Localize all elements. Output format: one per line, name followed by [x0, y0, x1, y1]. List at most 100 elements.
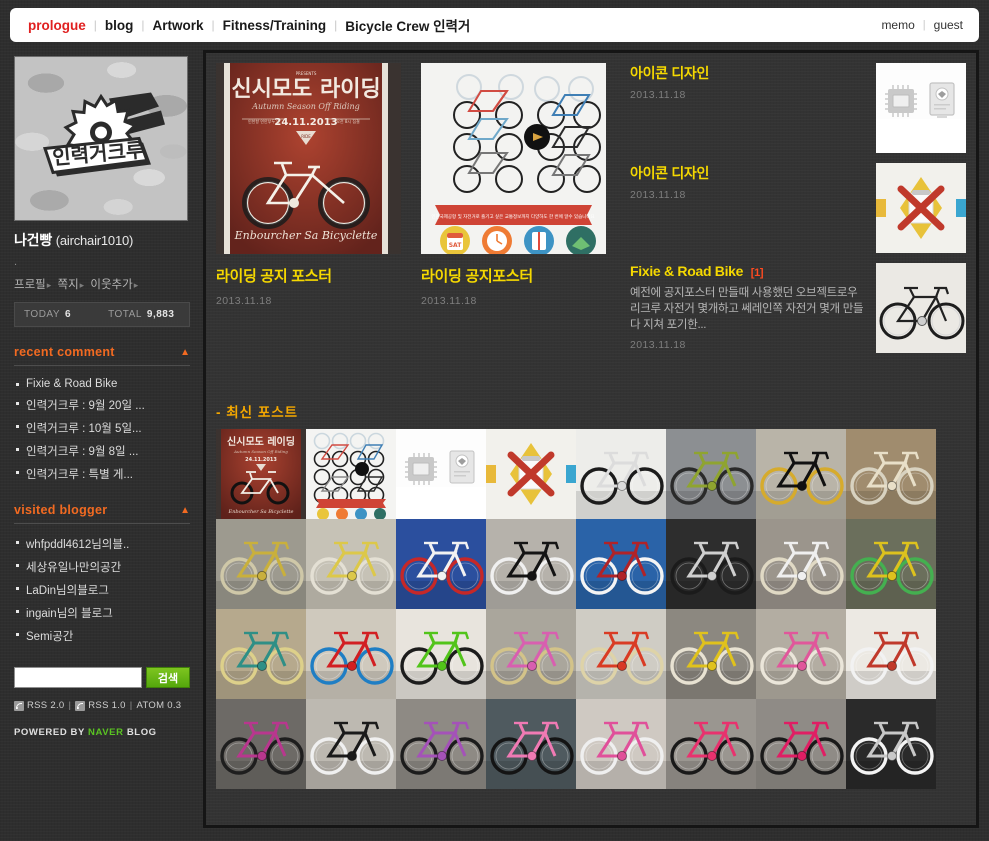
grid-thumbnail-silver-dark-wall[interactable] [666, 519, 756, 609]
list-item[interactable]: Semi공간 [14, 624, 190, 647]
post-list-item[interactable]: 아이콘 디자인 2013.11.18 [630, 63, 966, 163]
rss-2-link[interactable]: RSS 2.0 [27, 700, 64, 711]
grid-thumbnail-icon-x-diamond[interactable] [486, 429, 576, 519]
featured-title[interactable]: 라이딩 공지포스터 [421, 265, 606, 286]
rss-1-link[interactable]: RSS 1.0 [88, 700, 125, 711]
svg-text:Enbourcher Sa Bicyclette: Enbourcher Sa Bicyclette [234, 229, 378, 242]
featured-thumbnail[interactable]: 인천국제공항 및 자전거로 즐기고 싶은 교통정보까지 다양하도 한 번에 알수… [421, 63, 606, 254]
comment-count: [1] [750, 267, 764, 279]
nav-item-artwork[interactable]: Artwork [153, 18, 204, 33]
featured-post-2[interactable]: 인천국제공항 및 자전거로 즐기고 싶은 교통정보까지 다양하도 한 번에 알수… [421, 63, 606, 393]
grid-thumbnail-red-blue-track[interactable] [306, 609, 396, 699]
list-item[interactable]: 인력거크루 : 9월 20일 ... [14, 393, 190, 416]
grid-thumbnail-pink-white-rack[interactable] [576, 699, 666, 789]
message-link[interactable]: 쪽지 [57, 279, 78, 291]
grid-thumbnail-yellow-red-road[interactable] [216, 519, 306, 609]
search-input[interactable] [14, 667, 142, 688]
grid-thumbnail-red-white-blue-bg[interactable] [576, 519, 666, 609]
svg-text:RIDE: RIDE [301, 134, 311, 139]
grid-thumbnail-black-white-fixie[interactable] [486, 519, 576, 609]
nav-item-prologue[interactable]: prologue [28, 18, 86, 33]
list-item[interactable]: 인력거크루 : 특별 게... [14, 462, 190, 485]
list-item[interactable]: Fixie & Road Bike [14, 374, 190, 393]
grid-thumbnail-crew-bridge-photo[interactable] [666, 429, 756, 519]
grid-thumbnail-green-white-bg[interactable] [396, 609, 486, 699]
grid-thumbnail-cream-red-track[interactable] [846, 429, 936, 519]
chevron-up-icon[interactable]: ▲ [180, 347, 190, 358]
grid-thumbnail-pink-black-night[interactable] [486, 699, 576, 789]
rss-separator: | [129, 700, 133, 711]
profile-link[interactable]: 프로필 [14, 279, 46, 291]
post-thumbnail[interactable] [876, 163, 966, 253]
grid-thumbnail-silver-white-wheel[interactable] [846, 699, 936, 789]
rss-icon [75, 700, 86, 711]
grid-thumbnail-pink-city-street[interactable] [666, 699, 756, 789]
nav-item-bicycle-crew[interactable]: Bicycle Crew 인력거 [345, 15, 470, 35]
grid-thumbnail-red-cream-wheel[interactable] [576, 609, 666, 699]
post-title[interactable]: 아이콘 디자인 [630, 63, 866, 83]
comment-count [709, 169, 713, 181]
visited-blogger-section: visited blogger ▲ whfpddl4612님의블.. 세상유일나… [14, 503, 190, 647]
nav-separator: | [93, 18, 97, 32]
grid-thumbnail-red-dark-studio[interactable] [846, 609, 936, 699]
memo-link[interactable]: memo [881, 18, 914, 32]
rss-separator: | [68, 700, 72, 711]
post-title[interactable]: Fixie & Road Bike [1] [630, 263, 866, 279]
grid-thumbnail-riding-poster-red[interactable]: 신시모도 레이딩 Autumn Season Off Riding 24.11.… [216, 429, 306, 519]
main-content-panel: PRESENTS 신시모도 라이딩 Autumn Season Off Ridi… [203, 50, 979, 828]
nav-item-blog[interactable]: blog [105, 18, 134, 33]
grid-thumbnail-bike-grid-poster[interactable] [306, 429, 396, 519]
list-item[interactable]: ingain님의 블로그 [14, 601, 190, 624]
avatar[interactable]: 인력거크루 [14, 56, 188, 221]
grid-thumbnail-pink-bollard[interactable] [756, 609, 846, 699]
grid-thumbnail-yellow-stripe-track[interactable] [306, 519, 396, 609]
list-item[interactable]: 인력거크루 : 10월 5일... [14, 416, 190, 439]
grid-thumbnail-icon-chip-book[interactable] [396, 429, 486, 519]
white-road-bike-image [876, 263, 966, 353]
post-title[interactable]: 아이콘 디자인 [630, 163, 866, 183]
arrow-right-icon: ▸ [133, 280, 139, 290]
grid-thumbnail-white-red-blue-bg[interactable] [396, 519, 486, 609]
atom-link[interactable]: ATOM 0.3 [137, 700, 182, 711]
crew-logo-icon: 인력거크루 [42, 92, 165, 176]
grid-thumbnail-magenta-city[interactable] [756, 699, 846, 789]
svg-text:SAT: SAT [449, 242, 462, 249]
grid-thumbnail-magenta-brick[interactable] [216, 699, 306, 789]
grid-thumbnail-yellow-green-pink[interactable] [846, 519, 936, 609]
featured-date: 2013.11.18 [216, 295, 272, 307]
featured-title[interactable]: 라이딩 공지 포스터 [216, 265, 401, 286]
post-thumbnail[interactable] [876, 263, 966, 353]
search-button[interactable]: 검색 [146, 667, 190, 688]
post-title-text: Fixie & Road Bike [630, 263, 744, 279]
list-item[interactable]: 인력거크루 : 9월 8일 ... [14, 439, 190, 462]
grid-thumbnail-yellow-street[interactable] [666, 609, 756, 699]
nav-item-fitness-training[interactable]: Fitness/Training [223, 18, 327, 33]
visited-blogger-header[interactable]: visited blogger ▲ [14, 503, 190, 524]
list-item[interactable]: 세상유일나만의공간 [14, 555, 190, 578]
svg-text:Autumn Season Off Riding: Autumn Season Off Riding [233, 449, 288, 454]
post-body: 아이콘 디자인 2013.11.18 [630, 63, 876, 163]
post-list-item[interactable]: Fixie & Road Bike [1] 예전에 공지포스터 만들때 사용했던… [630, 263, 966, 363]
featured-thumbnail[interactable]: PRESENTS 신시모도 라이딩 Autumn Season Off Ridi… [216, 63, 401, 254]
recent-comment-header[interactable]: recent comment ▲ [14, 345, 190, 366]
post-list-item[interactable]: 아이콘 디자인 2013.11.18 [630, 163, 966, 263]
grid-thumbnail-purple-fixie[interactable] [396, 699, 486, 789]
post-date: 2013.11.18 [630, 339, 686, 351]
profile-description: . [14, 256, 18, 268]
featured-row: PRESENTS 신시모도 라이딩 Autumn Season Off Ridi… [216, 63, 966, 393]
grid-thumbnail-black-white-street[interactable] [306, 699, 396, 789]
grid-thumbnail-pink-brick-wall[interactable] [486, 609, 576, 699]
post-thumbnail[interactable] [876, 63, 966, 153]
add-neighbor-link[interactable]: 이웃추가 [90, 279, 132, 291]
post-body: Fixie & Road Bike [1] 예전에 공지포스터 만들때 사용했던… [630, 263, 876, 363]
guest-link[interactable]: guest [934, 18, 963, 32]
total-value: 9,883 [146, 309, 175, 320]
grid-thumbnail-teal-cream-road[interactable] [216, 609, 306, 699]
featured-post-1[interactable]: PRESENTS 신시모도 라이딩 Autumn Season Off Ridi… [216, 63, 401, 393]
grid-thumbnail-black-gold-fixie[interactable] [756, 429, 846, 519]
chevron-up-icon[interactable]: ▲ [180, 505, 190, 516]
list-item[interactable]: LaDin님의블로그 [14, 578, 190, 601]
list-item[interactable]: whfpddl4612님의블.. [14, 532, 190, 555]
grid-thumbnail-white-fence-bike[interactable] [756, 519, 846, 609]
grid-thumbnail-white-road-bike[interactable] [576, 429, 666, 519]
